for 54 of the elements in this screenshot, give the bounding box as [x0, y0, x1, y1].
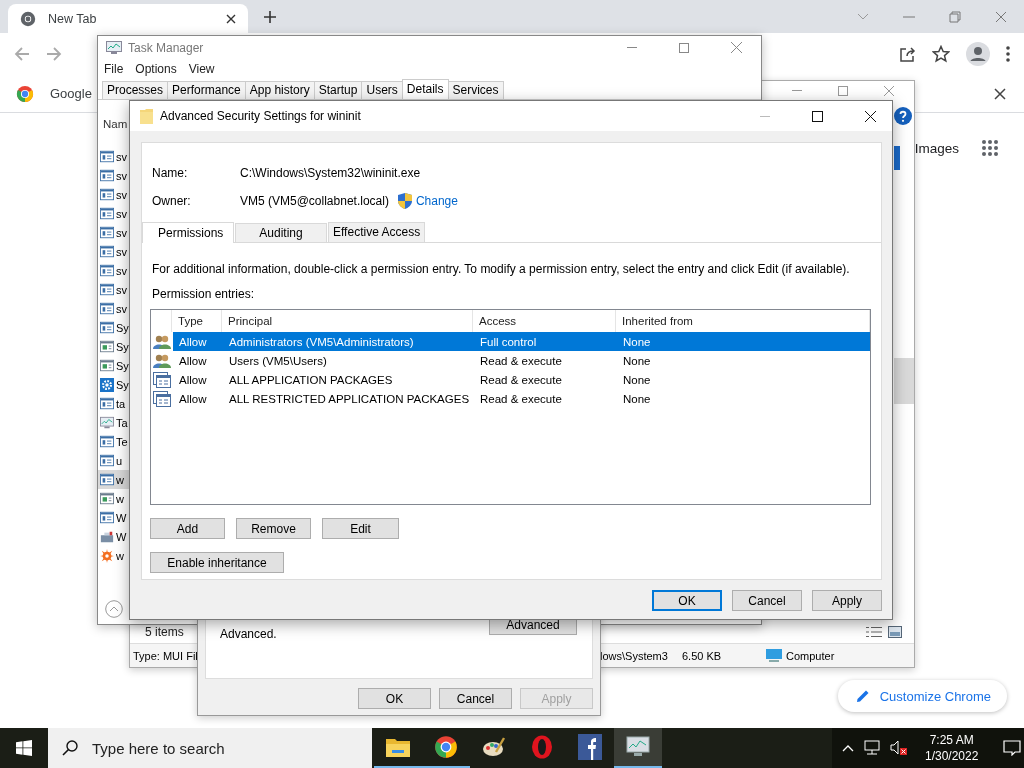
process-name: sv: [116, 207, 127, 220]
field-label: Owner:: [152, 194, 192, 208]
process-name: sv: [116, 264, 127, 277]
field-label: Name:: [152, 166, 189, 180]
table-cell-text: None: [622, 373, 652, 386]
process-name: Sy: [116, 321, 129, 334]
process-name: sv: [116, 245, 127, 258]
status-text: Type: MUI Fil: [133, 649, 199, 662]
process-name: Ta: [116, 416, 128, 429]
window-title: Advanced Security Settings for wininit: [160, 109, 361, 123]
table-cell-text: Users (VM5\Users): [228, 354, 328, 367]
process-name: Sy: [116, 378, 129, 391]
table-cell-text: Allow: [178, 392, 208, 405]
table-cell-text: ALL APPLICATION PACKAGES: [228, 373, 394, 386]
process-name: w: [116, 492, 124, 505]
table-cell-text: None: [622, 392, 652, 405]
process-name: ta: [116, 397, 126, 410]
item-count: 5 items: [145, 625, 184, 639]
info-text: For additional information, double-click a permission entry. To modify a permission entry, select the entry and click Edit (if available).: [152, 262, 851, 276]
file-path: C:\Windows\System32\wininit.exe: [240, 166, 421, 180]
process-name: W: [116, 511, 127, 524]
table-cell-text: None: [622, 354, 652, 367]
table-cell-text: Read & execute: [479, 373, 563, 386]
status-text: lows\System3: [600, 649, 669, 662]
process-name: Sy: [116, 359, 129, 372]
process-name: sv: [116, 283, 127, 296]
process-name: Sy: [116, 340, 129, 353]
table-cell-text: Administrators (VM5\Administrators): [228, 335, 415, 348]
bookmark-label: Google: [50, 86, 92, 101]
owner-name: VM5 (VM5@collabnet.local): [240, 194, 389, 208]
process-name: sv: [116, 302, 127, 315]
advanced-note: Advanced.: [220, 627, 277, 641]
table-cell-text: Full control: [479, 335, 538, 348]
process-name: sv: [116, 226, 127, 239]
table-cell-text: Allow: [178, 354, 208, 367]
process-name: u: [116, 454, 123, 467]
tab-title: New Tab: [48, 11, 98, 26]
process-name: w: [116, 549, 124, 562]
process-name: Te: [116, 435, 128, 448]
process-name: W: [116, 530, 127, 543]
table-cell-text: Read & execute: [479, 392, 563, 405]
zone-label: Computer: [786, 649, 835, 662]
process-name: sv: [116, 150, 127, 163]
table-cell-text: Allow: [178, 335, 208, 348]
table-cell-text: None: [622, 335, 652, 348]
table-cell-text: ALL RESTRICTED APPLICATION PACKAGES: [228, 392, 471, 405]
window-title: Task Manager: [128, 40, 204, 55]
process-name: w: [116, 473, 124, 486]
table-cell-text: Allow: [178, 373, 208, 386]
process-name: sv: [116, 169, 127, 182]
process-name: sv: [116, 188, 127, 201]
section-label: Permission entries:: [152, 287, 256, 301]
status-text: 6.50 KB: [682, 649, 723, 662]
table-cell-text: Read & execute: [479, 354, 563, 367]
